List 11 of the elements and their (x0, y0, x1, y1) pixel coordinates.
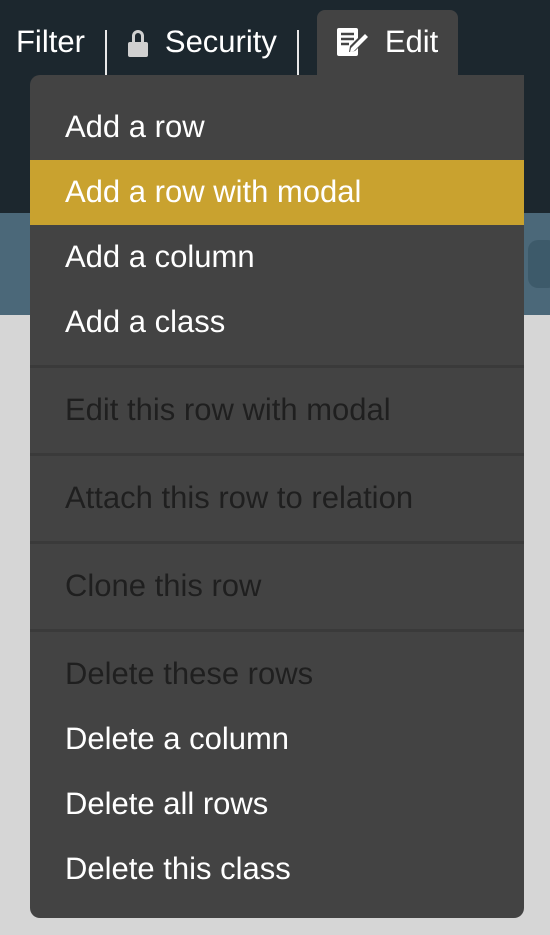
menu-item[interactable]: Add a column (30, 225, 524, 290)
nav-tab[interactable]: Filter (14, 10, 87, 75)
lock-icon (126, 28, 149, 58)
edit-icon (336, 28, 369, 58)
menu-item[interactable]: Add a class (30, 290, 524, 355)
menu-item[interactable]: Delete a column (30, 707, 524, 772)
nav-tab[interactable]: Security (124, 10, 279, 75)
menu-item[interactable]: Delete this class (30, 837, 524, 902)
menu-item[interactable]: Delete all rows (30, 772, 524, 837)
menu-item[interactable]: Add a row (30, 95, 524, 160)
nav-tab[interactable]: Edit (316, 10, 458, 75)
